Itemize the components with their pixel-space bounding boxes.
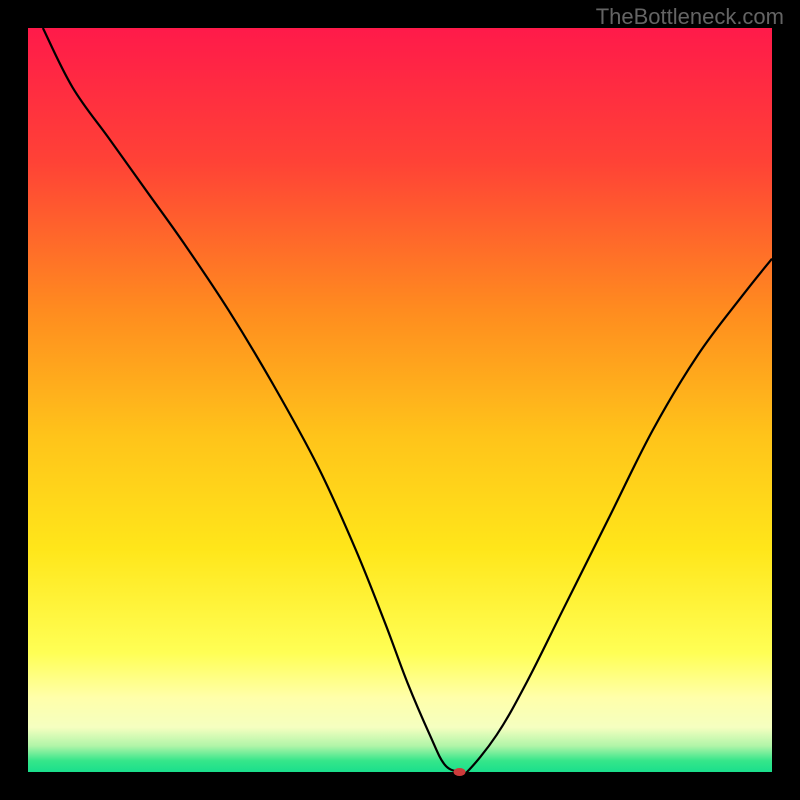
chart-frame: TheBottleneck.com bbox=[0, 0, 800, 800]
bottleneck-chart bbox=[0, 0, 800, 800]
optimum-marker bbox=[454, 768, 466, 776]
watermark-text: TheBottleneck.com bbox=[596, 4, 784, 30]
